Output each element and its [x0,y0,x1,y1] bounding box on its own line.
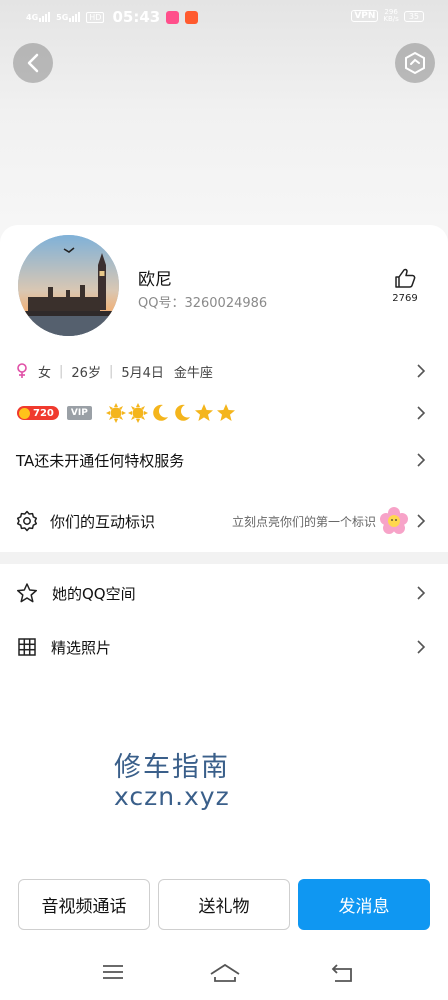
app-notification-icon [185,10,199,24]
vpn-icon: VPN [351,10,379,22]
video-call-button[interactable]: 音视频通话 [18,879,150,930]
status-time: 05:43 [112,8,161,26]
sun-level-icon [127,403,148,423]
send-message-button[interactable]: 发消息 [298,879,430,930]
chevron-right-icon [417,406,426,420]
age: 26岁 [71,365,101,381]
net-speed-unit: KB/s [383,15,399,23]
home-icon[interactable] [209,963,241,983]
thumbs-up-icon [395,268,416,288]
qq-level-icons [105,403,236,423]
avatar-image [18,235,119,336]
interaction-mark-row[interactable]: 你们的互动标识 立刻点亮你们的第一个标识 [0,505,448,537]
profile-header-background [0,0,448,250]
chevron-right-icon [417,364,426,378]
app-notification-icon [166,10,180,24]
menu-icon[interactable] [102,963,124,981]
chevron-right-icon [417,586,426,600]
like-count: 2769 [392,293,418,304]
chevron-right-icon [417,453,426,467]
back-nav-icon[interactable] [331,963,353,983]
flower-icon [380,507,408,534]
chevron-right-icon [417,640,426,654]
nickname: 欧尼 [138,270,172,290]
level-number: 720 [33,407,54,419]
gear-icon [16,510,38,532]
watermark-domain: xczn.xyz [114,782,230,811]
star-level-icon [216,404,235,421]
divider: | [108,363,114,379]
sun-level-icon [105,403,126,423]
qzone-label: 她的QQ空间 [52,584,136,603]
featured-photos-row[interactable]: 精选照片 [0,632,448,662]
gender: 女 [38,365,52,381]
privilege-row[interactable]: TA还未开通任何特权服务 [0,446,448,474]
sun-icon [19,407,30,419]
signal-bars-icon [39,12,51,22]
qzone-row[interactable]: 她的QQ空间 [0,578,448,608]
featured-photos-label: 精选照片 [51,638,112,657]
signal-1: 4G [26,12,51,22]
moon-level-icon [152,404,168,421]
hd-icon: HD [86,11,105,23]
interaction-label: 你们的互动标识 [50,512,156,531]
star-level-icon [194,404,213,421]
section-divider [0,552,448,564]
net-speed: 296 KB/s [383,9,398,23]
female-icon [17,363,27,378]
hexagon-icon [405,51,425,75]
watermark: 修车指南 xczn.xyz [114,752,230,810]
network-label-2: 5G [56,13,69,22]
moon-level-icon [174,404,190,421]
like-button[interactable]: 2769 [388,268,422,304]
birthday: 5月4日 [121,365,164,381]
divider: | [59,363,64,379]
avatar[interactable] [18,235,119,336]
chevron-left-icon [27,53,39,73]
privilege-text: TA还未开通任何特权服务 [16,451,185,470]
star-outline-icon [16,583,38,603]
qq-number: QQ号：3260024986 [138,296,268,311]
basic-info-row[interactable]: 女 | 26岁 | 5月4日 金牛座 [0,358,448,384]
back-button[interactable] [13,43,53,83]
battery-icon: 35 [403,10,424,22]
interaction-hint: 立刻点亮你们的第一个标识 [231,514,376,529]
signal-2: 5G [56,12,81,22]
grid-icon [18,638,36,656]
signal-bars-icon [69,12,81,22]
system-navigation-bar [0,955,448,995]
chevron-right-icon [417,514,426,528]
zodiac: 金牛座 [173,365,213,381]
send-gift-button[interactable]: 送礼物 [158,879,290,930]
watermark-chinese: 修车指南 [114,752,230,783]
badges-row[interactable]: 720 VIP [0,399,448,427]
status-bar: 4G 5G HD 05:43 VPN 296 KB/s 35 [0,0,448,34]
level-badge: 720 [17,406,59,420]
vip-badge: VIP [66,406,92,420]
profile-card-button[interactable] [395,43,435,83]
network-label-1: 4G [26,13,39,22]
